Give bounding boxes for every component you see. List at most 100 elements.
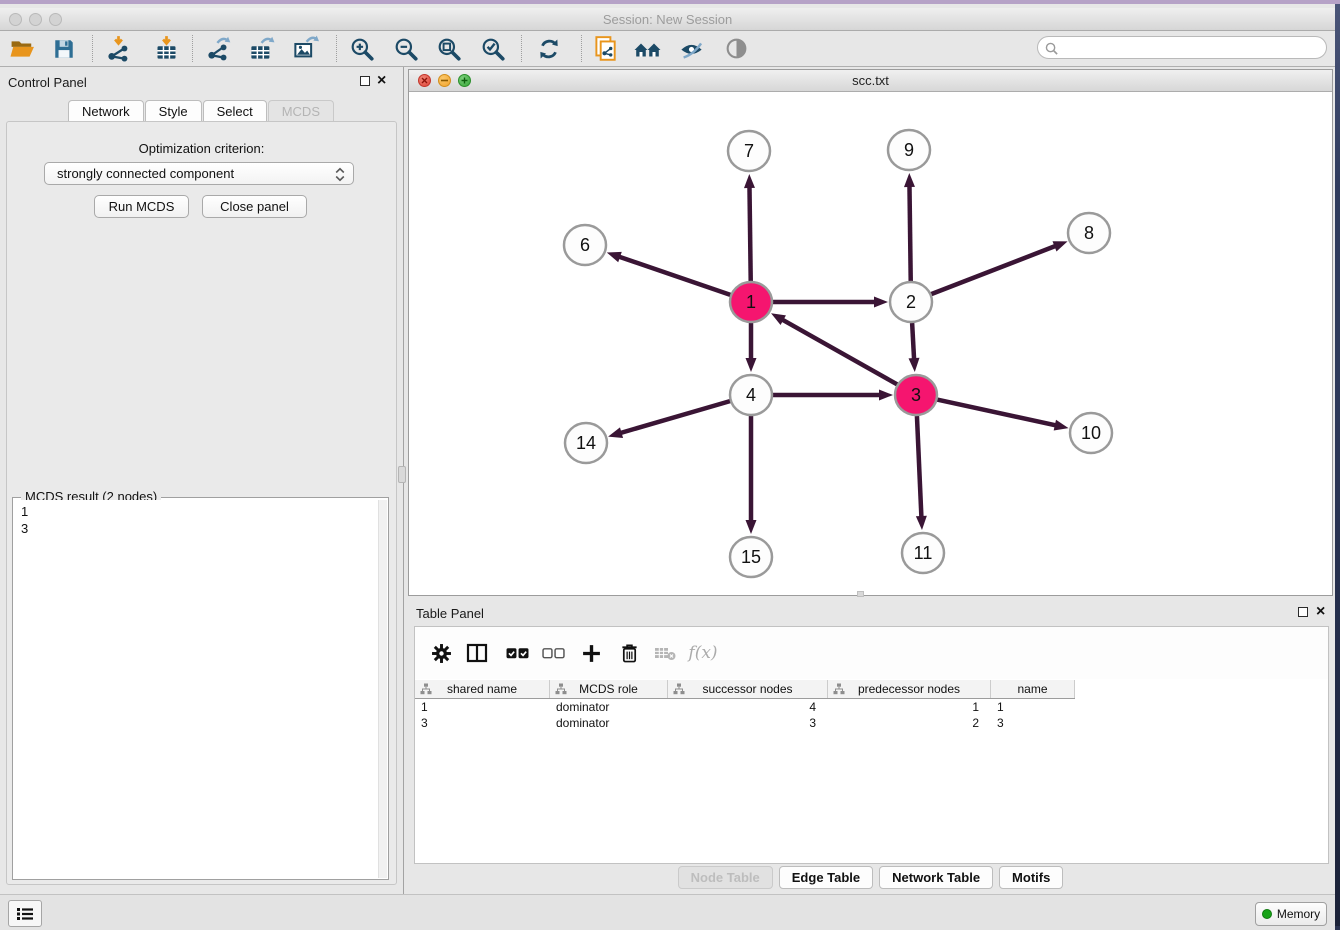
window-close-button[interactable] (9, 13, 22, 26)
edge-3-11[interactable] (917, 416, 922, 518)
network-minimize-button[interactable] (438, 74, 451, 87)
zoom-fit-button[interactable] (432, 32, 466, 65)
table-cell[interactable]: 3 (668, 715, 828, 731)
edge-arrowhead (746, 358, 757, 372)
export-table-icon (248, 35, 275, 62)
create-column-button[interactable] (577, 639, 605, 667)
tab-edge-table[interactable]: Edge Table (779, 866, 873, 889)
edge-4-14[interactable] (620, 401, 731, 433)
table-cell[interactable]: 1 (415, 699, 550, 715)
criterion-value: strongly connected component (57, 166, 234, 181)
column-header-name[interactable]: name (991, 680, 1075, 698)
export-image-button[interactable] (288, 32, 322, 65)
table-cell[interactable]: 1 (991, 699, 1075, 715)
column-header-MCDS-role[interactable]: MCDS role (550, 680, 668, 698)
float-panel-icon[interactable] (360, 76, 370, 86)
import-table-button[interactable] (149, 32, 183, 65)
column-header-shared-name[interactable]: shared name (415, 680, 550, 698)
tab-mcds[interactable]: MCDS (268, 100, 334, 122)
open-session-button[interactable] (5, 32, 39, 65)
edge-3-10[interactable] (937, 399, 1057, 425)
tab-motifs[interactable]: Motifs (999, 866, 1063, 889)
edge-2-8[interactable] (931, 246, 1057, 295)
network-maximize-button[interactable] (458, 74, 471, 87)
tab-node-table[interactable]: Node Table (678, 866, 773, 889)
control-panel-tabs: NetworkStyleSelectMCDS (0, 100, 403, 122)
tab-style[interactable]: Style (145, 100, 202, 122)
network-window-title: scc.txt (409, 70, 1332, 91)
memory-button[interactable]: Memory (1255, 902, 1327, 926)
select-all-columns-button[interactable] (503, 639, 531, 667)
close-panel-icon[interactable]: × (377, 75, 386, 87)
edge-1-7[interactable] (749, 186, 750, 281)
table-settings-button[interactable] (427, 639, 455, 667)
unselect-all-columns-button[interactable] (539, 639, 567, 667)
network-close-button[interactable] (418, 74, 431, 87)
tab-network-table[interactable]: Network Table (879, 866, 993, 889)
hide-selected-button[interactable] (674, 32, 708, 65)
memory-label: Memory (1277, 907, 1320, 921)
plus-icon (581, 643, 602, 664)
mcds-result-text[interactable]: 13 (14, 500, 378, 878)
show-columns-button[interactable] (463, 639, 491, 667)
network-canvas[interactable]: 7968124314101511 (409, 92, 1332, 595)
edge-1-6[interactable] (618, 256, 731, 295)
close-panel-button[interactable]: Close panel (202, 195, 307, 218)
edge-2-3[interactable] (912, 323, 914, 360)
toolbar-separator (336, 35, 337, 62)
zoom-selected-button[interactable] (476, 32, 510, 65)
function-icon: f(x) (688, 643, 717, 663)
window-minimize-button[interactable] (29, 13, 42, 26)
table-float-icon[interactable] (1298, 607, 1308, 617)
table-cell[interactable]: dominator (550, 699, 668, 715)
node-label: 15 (741, 547, 761, 567)
table-close-icon[interactable]: × (1316, 606, 1325, 618)
gear-icon (431, 643, 452, 664)
table-cell[interactable]: 2 (828, 715, 991, 731)
mcds-result-group: MCDS result (2 nodes) 13 (12, 497, 389, 880)
table-cell[interactable]: 1 (828, 699, 991, 715)
control-panel-header: Control Panel × (0, 67, 403, 97)
run-mcds-button[interactable]: Run MCDS (94, 195, 189, 218)
edge-arrowhead (607, 252, 622, 262)
table-cell[interactable]: 3 (991, 715, 1075, 731)
tab-select[interactable]: Select (203, 100, 267, 122)
criterion-select[interactable]: strongly connected component (44, 162, 354, 185)
open-folder-icon (9, 37, 36, 61)
column-label: successor nodes (702, 682, 792, 696)
save-session-button[interactable] (47, 32, 81, 65)
task-history-button[interactable] (8, 900, 42, 927)
export-table-button[interactable] (244, 32, 278, 65)
refresh-button[interactable] (532, 32, 566, 65)
export-network-button[interactable] (201, 32, 235, 65)
search-icon (1044, 41, 1059, 56)
edge-3-1[interactable] (781, 319, 897, 385)
result-scrollbar[interactable] (378, 500, 387, 878)
table-cell[interactable]: dominator (550, 715, 668, 731)
column-header-predecessor-nodes[interactable]: predecessor nodes (828, 680, 991, 698)
edge-2-9[interactable] (909, 185, 910, 281)
tab-network[interactable]: Network (68, 100, 144, 122)
node-label: 1 (746, 292, 756, 312)
import-network-button[interactable] (101, 32, 135, 65)
show-all-button[interactable] (719, 32, 753, 65)
table-cell[interactable]: 4 (668, 699, 828, 715)
node-table-container: f(x) shared nameMCDS role successor nodes… (414, 626, 1329, 864)
clone-network-button[interactable] (588, 32, 622, 65)
import-network-icon (105, 35, 132, 62)
panel-splitter-grip[interactable] (398, 466, 406, 483)
zoom-in-button[interactable] (345, 32, 379, 65)
canvas-splitter-grip[interactable] (857, 591, 864, 597)
edge-arrowhead (1054, 420, 1069, 431)
edge-arrowhead (904, 173, 915, 187)
search-input[interactable] (1062, 38, 1320, 57)
window-zoom-button[interactable] (49, 13, 62, 26)
zoom-out-button[interactable] (389, 32, 423, 65)
column-header-successor-nodes[interactable]: successor nodes (668, 680, 828, 698)
delete-column-button[interactable] (615, 639, 643, 667)
table-cell[interactable]: 3 (415, 715, 550, 731)
network-window-titlebar: scc.txt (409, 70, 1332, 92)
zoom-out-icon (393, 36, 419, 62)
home-layout-button[interactable] (631, 32, 665, 65)
window-title: Session: New Session (0, 8, 1335, 31)
